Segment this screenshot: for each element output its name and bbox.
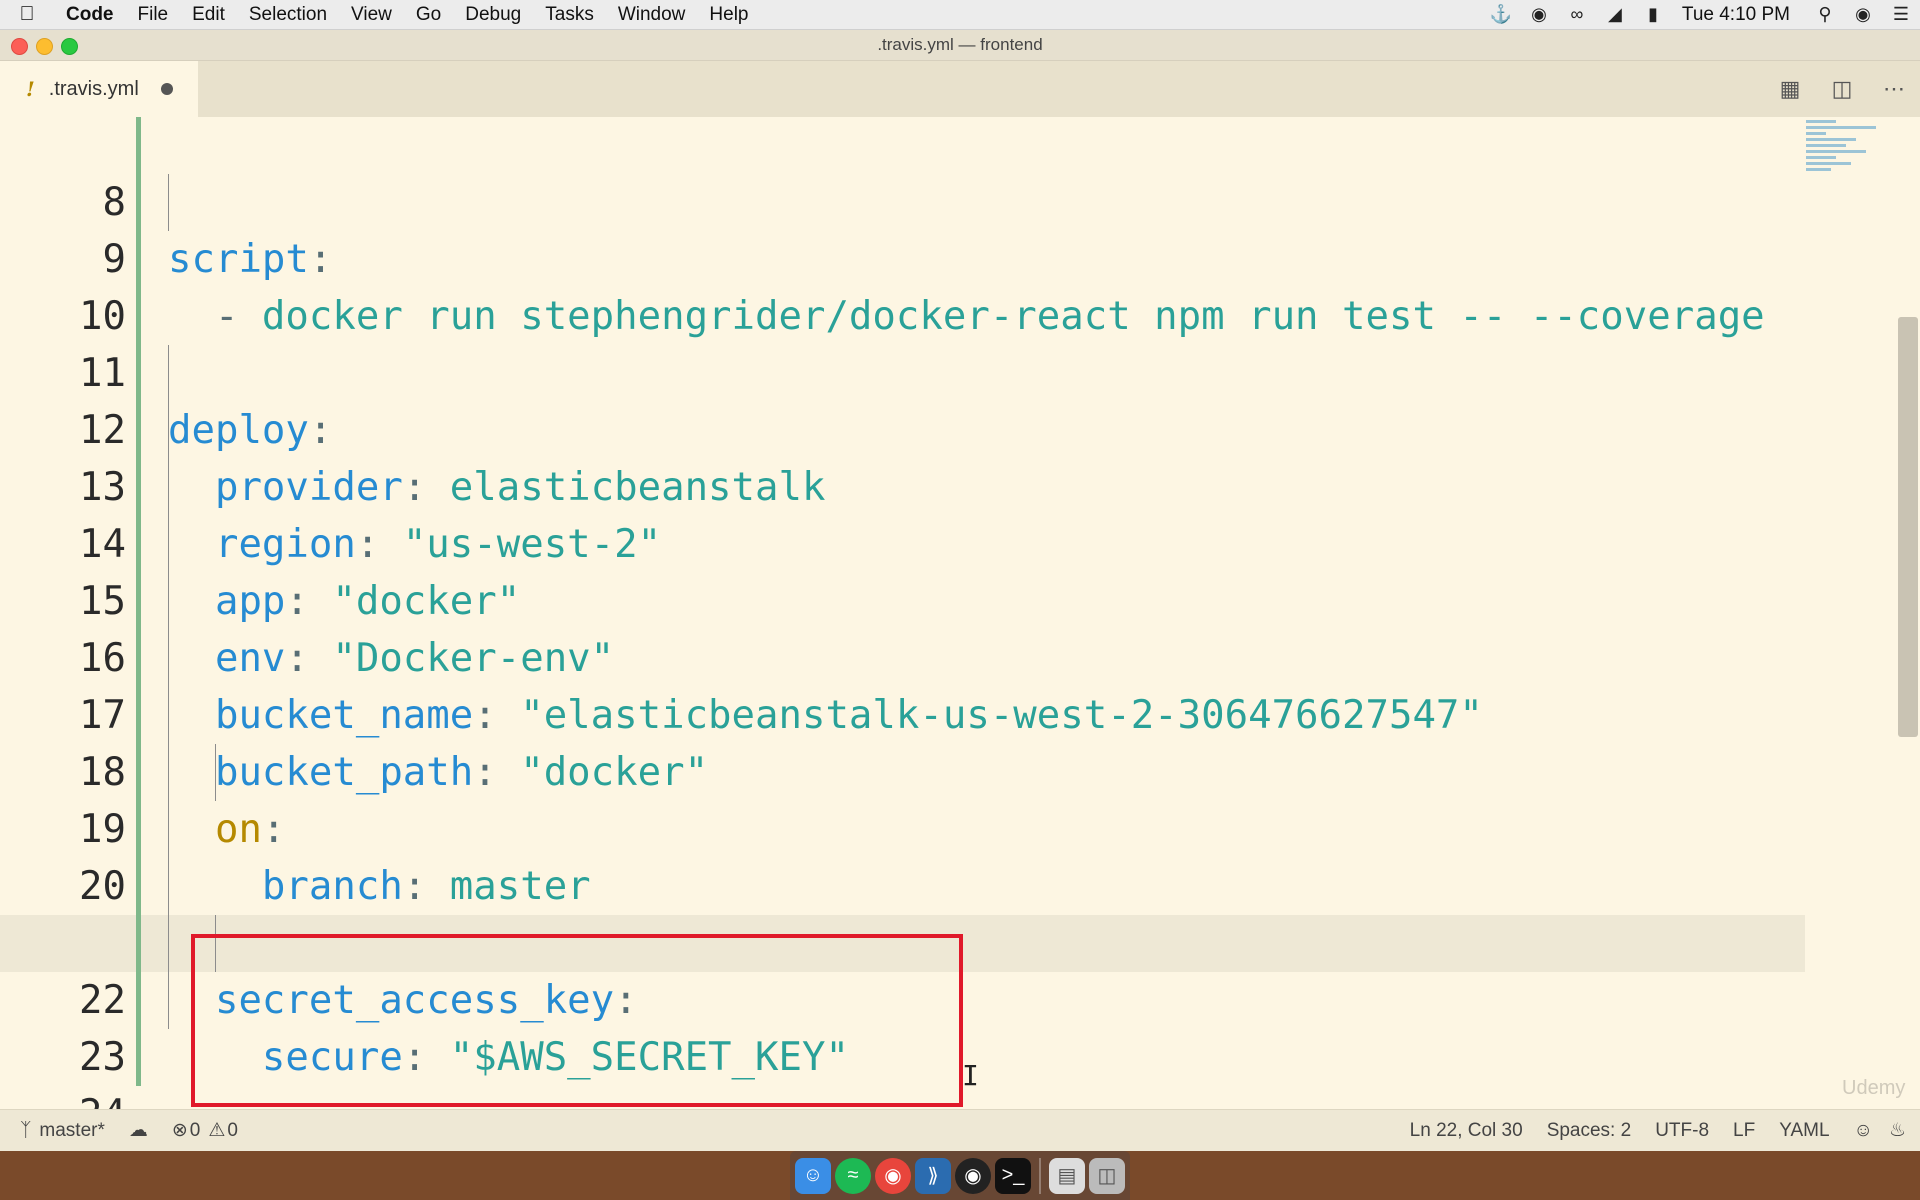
wifi-icon[interactable]: ◢ — [1596, 4, 1634, 25]
sync-cloud-icon[interactable]: ☁ — [113, 1119, 156, 1142]
obs-icon[interactable]: ◉ — [955, 1157, 991, 1194]
window-titlebar: .travis.yml — frontend — [0, 30, 1920, 61]
code-line: 18 on: — [0, 687, 1805, 852]
menu-debug[interactable]: Debug — [453, 4, 533, 26]
documents-folder-icon[interactable]: ▤ — [1049, 1157, 1085, 1194]
indent-guide — [168, 174, 169, 231]
code-line: 20 access_key_id: $AWS_ACCESS_KEY — [0, 801, 1805, 966]
code-line: 17 bucket_path: "docker" — [0, 630, 1805, 795]
warning-icon[interactable]: ⚠ — [200, 1119, 227, 1142]
annotation-highlight-box — [191, 934, 963, 1107]
finder-icon[interactable]: ☺ — [795, 1157, 831, 1194]
obs-icon[interactable]: ◉ — [1520, 4, 1558, 25]
code-line: 16 bucket_name: "elasticbeanstalk-us-wes… — [0, 573, 1805, 738]
minimize-window-button[interactable] — [36, 38, 53, 55]
macos-menu-bar:  Code File Edit Selection View Go Debug… — [0, 0, 1920, 30]
warning-count[interactable]: 0 — [227, 1120, 238, 1142]
menu-app-name[interactable]: Code — [54, 4, 126, 26]
menu-view[interactable]: View — [339, 4, 404, 26]
battery-icon[interactable]: ▮ — [1634, 4, 1672, 25]
menubar-clock[interactable]: Tue 4:10 PM — [1672, 4, 1806, 26]
code-line: 15 env: "Docker-env" — [0, 516, 1805, 681]
feedback-smiley-icon[interactable]: ☺ — [1846, 1120, 1881, 1142]
menu-tasks[interactable]: Tasks — [533, 4, 606, 26]
minimap[interactable] — [1800, 117, 1896, 227]
trash-icon[interactable]: ◫ — [1089, 1157, 1125, 1194]
error-count[interactable]: 0 — [190, 1120, 201, 1142]
vscode-icon[interactable]: ⟫ — [915, 1157, 951, 1194]
tab-travis-yml[interactable]: ! .travis.yml — [0, 61, 198, 117]
docker-icon[interactable]: ⚓ — [1482, 4, 1520, 25]
close-window-button[interactable] — [11, 38, 28, 55]
notification-center-icon[interactable]: ☰ — [1882, 4, 1920, 25]
menu-selection[interactable]: Selection — [237, 4, 339, 26]
cursor-position[interactable]: Ln 22, Col 30 — [1402, 1120, 1539, 1142]
dock-separator — [1039, 1157, 1041, 1194]
git-branch-label[interactable]: master* — [39, 1120, 112, 1142]
glasses-icon[interactable]: ∞ — [1558, 4, 1596, 25]
code-line: 14 app: "docker" — [0, 459, 1805, 624]
unsaved-changes-dot-icon[interactable] — [160, 83, 173, 95]
menu-file[interactable]: File — [126, 4, 181, 26]
udemy-watermark: Udemy — [1842, 1077, 1906, 1099]
code-editor[interactable]: 8 script: 9 - docker run stephengrider/d… — [0, 117, 1920, 1117]
siri-icon[interactable]: ◉ — [1844, 4, 1882, 25]
macos-dock: ☺ ≈ ◉ ⟫ ◉ >_ ▤ ◫ — [790, 1151, 1130, 1200]
error-icon[interactable]: ⊗ — [156, 1119, 190, 1142]
indent-guide — [215, 744, 216, 801]
menu-edit[interactable]: Edit — [180, 4, 237, 26]
chrome-icon[interactable]: ◉ — [875, 1157, 911, 1194]
code-line: 11 deploy: — [0, 288, 1805, 453]
indent-guide — [168, 345, 169, 1029]
file-encoding[interactable]: UTF-8 — [1647, 1120, 1725, 1142]
window-title: .travis.yml — frontend — [877, 35, 1043, 54]
end-of-line[interactable]: LF — [1725, 1120, 1771, 1142]
vertical-scrollbar[interactable] — [1898, 317, 1918, 737]
open-preview-icon[interactable]: ▦ — [1764, 76, 1816, 102]
more-actions-icon[interactable]: ⋯ — [1868, 76, 1920, 102]
notifications-bell-icon[interactable]: ♨ — [1881, 1119, 1920, 1142]
code-line: 12 provider: elasticbeanstalk — [0, 345, 1805, 510]
menu-window[interactable]: Window — [606, 4, 698, 26]
language-mode[interactable]: YAML — [1771, 1120, 1845, 1142]
spotlight-search-icon[interactable]: ⚲ — [1806, 4, 1844, 25]
editor-tab-bar: ! .travis.yml ▦ ◫ ⋯ — [0, 61, 1920, 117]
git-branch-icon[interactable]: ᛉ — [0, 1120, 39, 1142]
code-line: 13 region: "us-west-2" — [0, 402, 1805, 567]
code-line: 21 secret_access_key: — [0, 858, 1805, 1023]
code-line: 10 — [0, 231, 1805, 339]
code-line: 8 script: — [0, 117, 1805, 282]
indentation-setting[interactable]: Spaces: 2 — [1539, 1120, 1648, 1142]
code-line: 19 branch: master — [0, 744, 1805, 909]
split-editor-icon[interactable]: ◫ — [1816, 76, 1868, 102]
apple-menu-icon[interactable]:  — [0, 3, 54, 26]
vscode-window: .travis.yml — frontend ! .travis.yml ▦ ◫… — [0, 30, 1920, 1151]
code-line: 9 - docker run stephengrider/docker-reac… — [0, 174, 1805, 339]
maximize-window-button[interactable] — [61, 38, 78, 55]
status-bar: ᛉ master* ☁ ⊗ 0 ⚠ 0 Ln 22, Col 30 Spaces… — [0, 1109, 1920, 1151]
tab-label: .travis.yml — [48, 77, 139, 100]
yaml-file-icon: ! — [26, 77, 35, 101]
menu-help[interactable]: Help — [697, 4, 760, 26]
terminal-icon[interactable]: >_ — [995, 1157, 1031, 1194]
menu-go[interactable]: Go — [404, 4, 453, 26]
spotify-icon[interactable]: ≈ — [835, 1157, 871, 1194]
git-modified-gutter — [136, 117, 141, 1086]
text-cursor-ibeam-icon: I — [962, 1059, 979, 1092]
